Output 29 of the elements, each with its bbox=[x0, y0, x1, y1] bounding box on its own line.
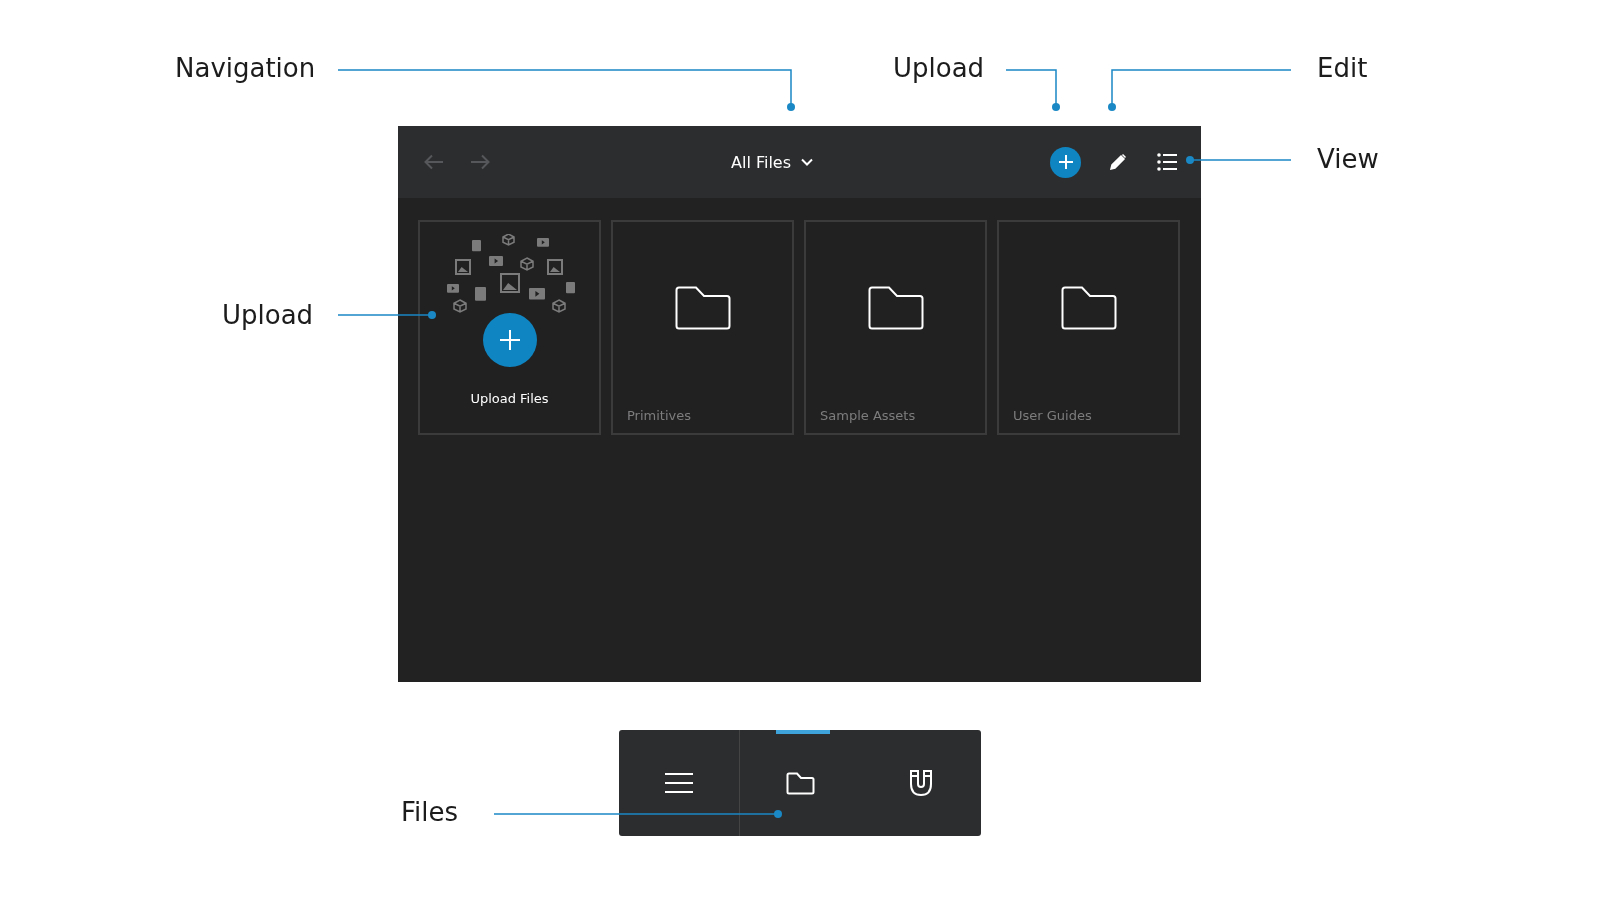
edit-button[interactable] bbox=[1107, 151, 1129, 173]
list-view-button[interactable] bbox=[1155, 151, 1179, 173]
callout-label: Navigation bbox=[175, 53, 316, 83]
callout-label: Files bbox=[401, 797, 459, 827]
menu-icon bbox=[664, 772, 693, 794]
upload-label: Upload Files bbox=[470, 391, 549, 406]
callout-label: Upload bbox=[893, 53, 985, 83]
callout-label: Upload bbox=[222, 300, 314, 330]
callout-label: View bbox=[1317, 144, 1379, 174]
chevron-down-icon bbox=[801, 158, 813, 166]
folder-name: Primitives bbox=[627, 408, 693, 423]
plus-icon bbox=[497, 328, 522, 352]
magnet-icon bbox=[908, 769, 933, 797]
folder-icon bbox=[867, 286, 924, 330]
plus-icon bbox=[1057, 154, 1074, 170]
upload-button[interactable] bbox=[482, 313, 537, 367]
folder-card[interactable]: Sample Assets bbox=[804, 220, 987, 435]
folder-card[interactable]: Primitives bbox=[611, 220, 794, 435]
folder-icon bbox=[785, 771, 815, 795]
folder-icon bbox=[1060, 286, 1117, 330]
upload-card[interactable]: Upload Files bbox=[418, 220, 601, 435]
leader-line bbox=[1005, 69, 1060, 111]
folder-name: Sample Assets bbox=[820, 408, 917, 423]
callout-label: Edit bbox=[1317, 53, 1368, 83]
folder-icon bbox=[674, 286, 731, 330]
folder-name: User Guides bbox=[1013, 408, 1093, 423]
folder-dropdown[interactable]: All Files bbox=[727, 148, 817, 176]
add-button[interactable] bbox=[1050, 146, 1081, 178]
folder-card[interactable]: User Guides bbox=[997, 220, 1180, 435]
